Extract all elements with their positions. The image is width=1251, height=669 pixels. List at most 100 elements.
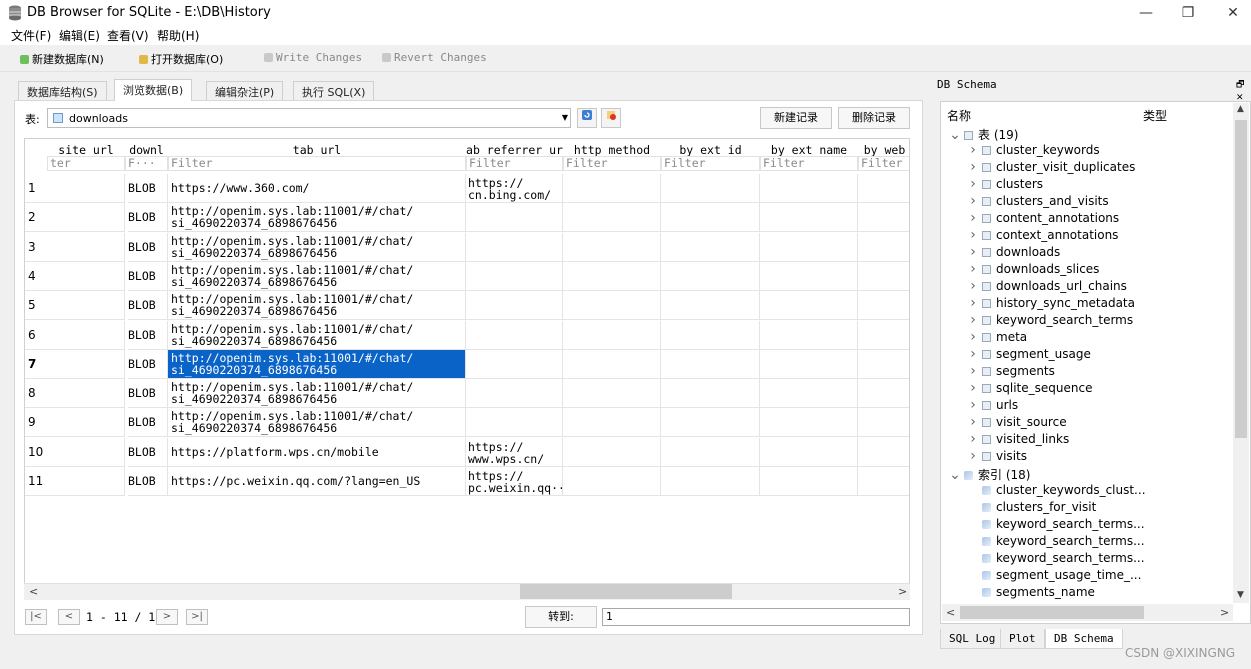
schema-scroll-left-icon[interactable]: < <box>946 606 955 619</box>
next-page-button[interactable]: > <box>156 609 178 625</box>
referrer-url-cell[interactable]: https://pc.weixin.qq··· <box>466 467 563 496</box>
row-number[interactable]: 3 <box>25 233 47 262</box>
tab-url-cell[interactable]: http://openim.sys.lab:11001/#/chat/si_46… <box>168 203 466 232</box>
goto-button[interactable]: 转到: <box>525 606 597 628</box>
tree-item-index[interactable]: keyword_search_terms... <box>982 534 1145 551</box>
tab-url-cell[interactable]: http://openim.sys.lab:11001/#/chat/si_46… <box>168 291 466 320</box>
table-cell[interactable] <box>858 467 909 496</box>
tree-item-index[interactable]: segment_usage_time_... <box>982 568 1141 585</box>
tree-item-table[interactable]: › cluster_keywords <box>964 143 1099 160</box>
tree-item-table[interactable]: › clusters_and_visits <box>964 194 1108 211</box>
table-cell[interactable] <box>661 233 760 262</box>
tree-item-index[interactable]: keyword_search_terms... <box>982 551 1145 568</box>
row-number[interactable]: 8 <box>25 379 47 408</box>
tree-item-table[interactable]: › history_sync_metadata <box>964 296 1135 313</box>
tab-database-structure[interactable]: 数据库结构(S) <box>18 81 107 100</box>
table-cell[interactable] <box>760 379 858 408</box>
table-cell[interactable] <box>563 438 661 467</box>
table-cell[interactable] <box>858 262 909 291</box>
table-cell[interactable] <box>47 203 125 232</box>
referrer-url-cell[interactable] <box>466 262 563 291</box>
table-cell[interactable] <box>563 321 661 350</box>
tree-item-index[interactable]: cluster_keywords_clust... <box>982 483 1146 500</box>
tab-url-cell[interactable]: http://openim.sys.lab:11001/#/chat/si_46… <box>168 408 466 437</box>
tree-group-indexes[interactable]: ⌄ 索引 (18) <box>946 466 1030 483</box>
table-cell[interactable] <box>563 408 661 437</box>
referrer-url-cell[interactable]: https://www.wps.cn/ <box>466 438 563 467</box>
refresh-button[interactable] <box>577 108 597 128</box>
tree-item-index[interactable]: segments_name <box>982 585 1095 602</box>
tab-url-cell[interactable]: http://openim.sys.lab:11001/#/chat/si_46… <box>168 321 466 350</box>
chevron-right-icon[interactable]: › <box>964 381 982 395</box>
table-cell[interactable] <box>661 438 760 467</box>
chevron-right-icon[interactable]: › <box>964 177 982 191</box>
chevron-right-icon[interactable]: › <box>964 364 982 378</box>
menu-file[interactable]: 文件(F) <box>11 27 51 44</box>
referrer-url-cell[interactable] <box>466 291 563 320</box>
tree-item-table[interactable]: › context_annotations <box>964 228 1118 245</box>
schema-scroll-thumb[interactable] <box>1235 120 1247 438</box>
grid-horizontal-scrollbar[interactable] <box>24 583 910 600</box>
goto-input[interactable]: 1 <box>602 608 910 626</box>
column-filter-input[interactable]: Filter <box>563 156 661 171</box>
chevron-right-icon[interactable]: › <box>964 313 982 327</box>
table-cell[interactable] <box>760 438 858 467</box>
referrer-url-cell[interactable] <box>466 408 563 437</box>
table-cell[interactable] <box>47 408 125 437</box>
chevron-right-icon[interactable]: › <box>964 211 982 225</box>
table-cell[interactable] <box>760 262 858 291</box>
table-cell[interactable] <box>858 350 909 379</box>
tree-item-index[interactable]: keyword_search_terms... <box>982 517 1145 534</box>
blob-cell[interactable]: BLOB <box>128 321 168 350</box>
menu-help[interactable]: 帮助(H) <box>157 27 199 44</box>
table-cell[interactable] <box>563 262 661 291</box>
chevron-right-icon[interactable]: › <box>964 398 982 412</box>
tab-plot[interactable]: Plot <box>1000 629 1045 649</box>
table-cell[interactable] <box>858 321 909 350</box>
menu-view[interactable]: 查看(V) <box>107 27 149 44</box>
menu-edit[interactable]: 编辑(E) <box>59 27 100 44</box>
tree-item-table[interactable]: › visited_links <box>964 432 1069 449</box>
chevron-right-icon[interactable]: › <box>964 228 982 242</box>
chevron-right-icon[interactable]: › <box>964 262 982 276</box>
column-filter-input[interactable]: F··· <box>125 156 168 171</box>
column-header[interactable]: http_method <box>563 143 661 157</box>
table-cell[interactable] <box>47 350 125 379</box>
table-cell[interactable] <box>661 174 760 203</box>
column-filter-input[interactable]: ter <box>47 156 125 171</box>
table-cell[interactable] <box>47 233 125 262</box>
tab-db-schema[interactable]: DB Schema <box>1045 629 1123 649</box>
column-filter-input[interactable]: Filter <box>168 156 466 171</box>
referrer-url-cell[interactable] <box>466 350 563 379</box>
blob-cell[interactable]: BLOB <box>128 350 168 379</box>
table-cell[interactable] <box>858 233 909 262</box>
table-cell[interactable] <box>858 291 909 320</box>
column-header[interactable]: site_url <box>47 143 125 157</box>
tab-sql-log[interactable]: SQL Log <box>940 629 1005 649</box>
tab-url-cell[interactable]: http://openim.sys.lab:11001/#/chat/si_46… <box>168 350 466 379</box>
column-filter-input[interactable]: Filter <box>466 156 563 171</box>
tree-item-table[interactable]: › visit_source <box>964 415 1066 432</box>
scroll-down-icon[interactable]: ▼ <box>1237 590 1244 600</box>
table-cell[interactable] <box>47 467 125 496</box>
column-header[interactable]: tab_url <box>168 143 466 157</box>
tree-item-table[interactable]: › downloads_slices <box>964 262 1099 279</box>
tab-edit-pragmas[interactable]: 编辑杂注(P) <box>206 81 284 100</box>
chevron-down-icon[interactable]: ⌄ <box>946 128 964 142</box>
table-cell[interactable] <box>661 350 760 379</box>
chevron-right-icon[interactable]: › <box>964 449 982 463</box>
schema-hscroll-thumb[interactable] <box>960 606 1144 619</box>
table-cell[interactable] <box>563 291 661 320</box>
tree-item-table[interactable]: › segments <box>964 364 1055 381</box>
chevron-right-icon[interactable]: › <box>964 245 982 259</box>
tab-url-cell[interactable]: http://openim.sys.lab:11001/#/chat/si_46… <box>168 233 466 262</box>
first-page-button[interactable]: |< <box>25 609 47 625</box>
chevron-right-icon[interactable]: › <box>964 415 982 429</box>
tab-url-cell[interactable]: https://www.360.com/ <box>168 174 466 203</box>
tree-item-table[interactable]: › clusters <box>964 177 1043 194</box>
table-cell[interactable] <box>661 262 760 291</box>
blob-cell[interactable]: BLOB <box>128 262 168 291</box>
referrer-url-cell[interactable] <box>466 379 563 408</box>
referrer-url-cell[interactable] <box>466 321 563 350</box>
maximize-button[interactable]: ❐ <box>1178 3 1198 23</box>
